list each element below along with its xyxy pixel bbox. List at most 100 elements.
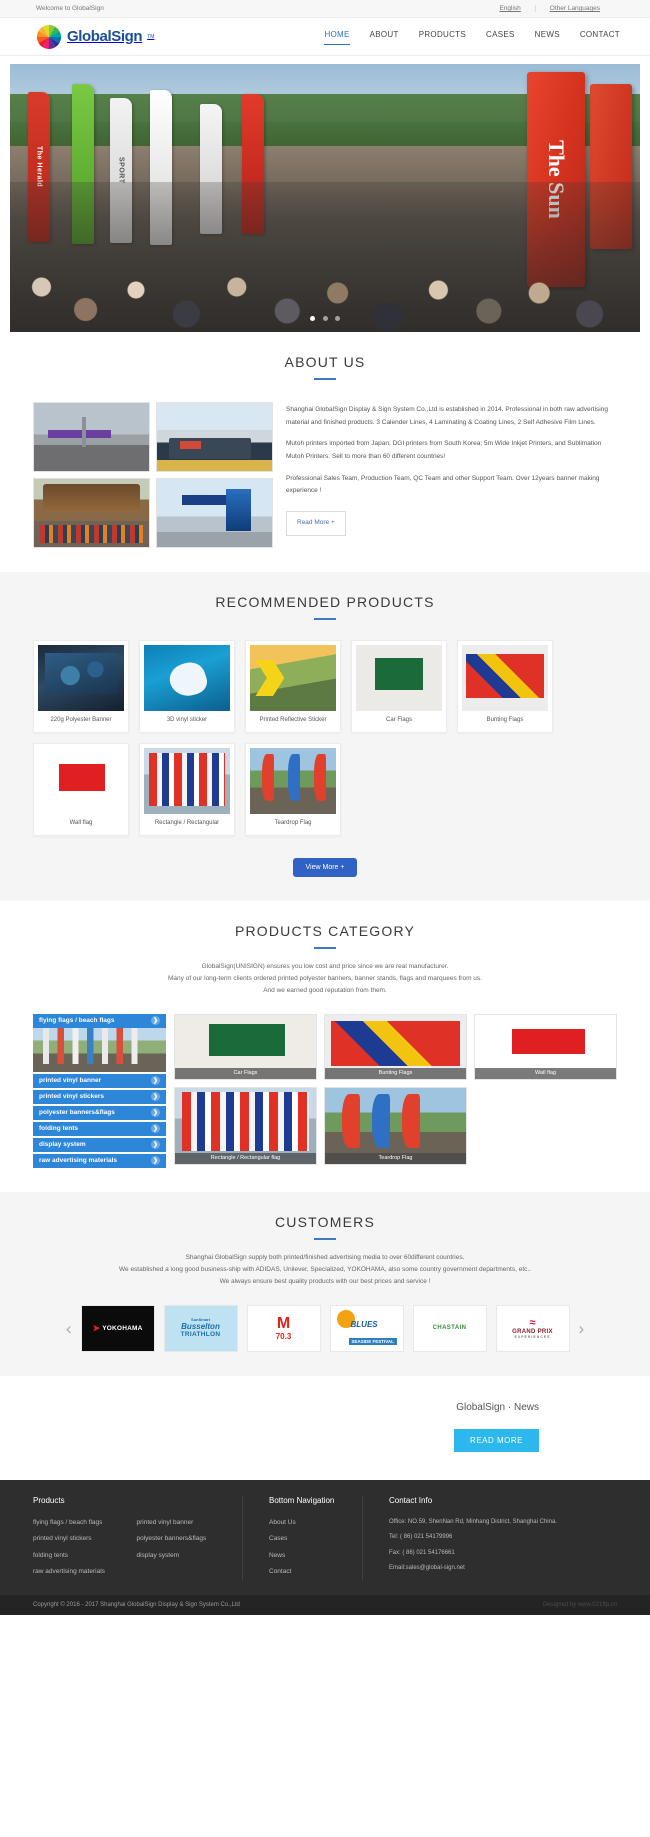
about-text-block: Shanghai GlobalSign Display & Sign Syste… bbox=[286, 402, 617, 548]
chevron-down-icon: ❯ bbox=[151, 1076, 160, 1086]
footer-link-printed-vinyl-stickers[interactable]: printed vinyl stickers bbox=[33, 1531, 125, 1548]
footer-columns: Products flying flags / beach flags prin… bbox=[0, 1495, 650, 1581]
footer-link-folding-tents[interactable]: folding tents bbox=[33, 1548, 125, 1565]
about-image-factory[interactable] bbox=[33, 402, 150, 472]
category-menu-label: printed vinyl banner bbox=[39, 1077, 102, 1085]
hero-dot-3[interactable] bbox=[334, 316, 340, 321]
copyright-text: Copyright © 2016 - 2017 Shanghai GlobalS… bbox=[33, 1601, 240, 1608]
carousel-next-icon[interactable]: › bbox=[579, 1320, 585, 1337]
products-category-section: PRODUCTS CATEGORY GlobalSign(UNISIGN) en… bbox=[0, 901, 650, 1192]
footer-link-polyester-banners[interactable]: polyester banners&flags bbox=[137, 1531, 229, 1548]
product-card[interactable]: Teardrop Flag bbox=[245, 742, 341, 836]
language-english[interactable]: English bbox=[485, 5, 534, 12]
hero-banner-slider[interactable]: The Herald SPORT The Sun bbox=[10, 64, 640, 332]
hero-slider-dots[interactable] bbox=[10, 312, 640, 324]
about-image-exhibition[interactable] bbox=[156, 478, 273, 548]
nav-item-products[interactable]: PRODUCTS bbox=[419, 30, 466, 43]
customers-title: CUSTOMERS bbox=[275, 1213, 375, 1230]
footer-nav-about-us[interactable]: About Us bbox=[269, 1515, 348, 1532]
nav-item-about[interactable]: ABOUT bbox=[370, 30, 399, 43]
top-bar: Welcome to GlobalSign English Other Lang… bbox=[0, 0, 650, 18]
language-other[interactable]: Other Languages bbox=[534, 5, 614, 12]
product-label: Car Flags bbox=[385, 717, 412, 723]
view-more-button[interactable]: View More + bbox=[292, 857, 358, 877]
footer-nav-cases[interactable]: Cases bbox=[269, 1531, 348, 1548]
nav-item-cases[interactable]: CASES bbox=[486, 30, 515, 43]
category-menu-item-raw-materials[interactable]: raw advertising materials ❯ bbox=[33, 1153, 166, 1168]
category-card-label: Rectangle / Rectangular flag bbox=[175, 1152, 316, 1164]
customer-logo-sub: EXPERIENCES bbox=[514, 1334, 551, 1339]
category-card-wall-flag[interactable]: Wall flag bbox=[474, 1013, 617, 1080]
product-card[interactable]: Rectangle / Rectangular bbox=[139, 742, 235, 836]
product-thumbnail bbox=[462, 645, 548, 711]
hero-dot-2[interactable] bbox=[322, 316, 328, 321]
category-menu: flying flags / beach flags ❯ printed vin… bbox=[33, 1013, 166, 1168]
about-paragraph-3: Professional Sales Team, Production Team… bbox=[286, 474, 600, 495]
category-content: flying flags / beach flags ❯ printed vin… bbox=[0, 1013, 650, 1168]
category-subtitle-line-3: And we earned good reputation from them. bbox=[263, 987, 387, 995]
customers-title-rule bbox=[314, 1237, 336, 1240]
customer-logo-label: YOKOHAMA bbox=[102, 1324, 143, 1332]
product-thumbnail bbox=[38, 645, 124, 711]
about-image-printers[interactable] bbox=[156, 402, 273, 472]
footer-nav-contact[interactable]: Contact bbox=[269, 1564, 348, 1581]
category-menu-item-folding-tents[interactable]: folding tents ❯ bbox=[33, 1121, 166, 1136]
footer-link-raw-materials[interactable]: raw advertising materials bbox=[33, 1564, 125, 1581]
customer-logo-grand-prix[interactable]: ≈ GRAND PRIX EXPERIENCES bbox=[495, 1304, 570, 1352]
category-subtitle-line-1: GlobalSign(UNISIGN) ensures you low cost… bbox=[201, 962, 449, 970]
customer-logo-label: BLUES bbox=[350, 1319, 378, 1329]
nav-item-contact[interactable]: CONTACT bbox=[580, 30, 620, 43]
site-logo[interactable]: GlobalSign TM bbox=[36, 24, 154, 50]
grandprix-mark-icon: ≈ bbox=[529, 1316, 536, 1329]
news-read-more-button[interactable]: READ MORE bbox=[454, 1428, 539, 1452]
customer-logo-chastain[interactable]: CHASTAIN bbox=[412, 1304, 487, 1352]
category-menu-item-polyester-banners[interactable]: polyester banners&flags ❯ bbox=[33, 1105, 166, 1120]
logo-wordmark: GlobalSign bbox=[67, 28, 143, 45]
pinwheel-logo-icon bbox=[36, 24, 62, 50]
category-menu-featured[interactable]: flying flags / beach flags ❯ bbox=[33, 1013, 166, 1072]
customer-logo-label: Busselton bbox=[181, 1321, 220, 1331]
product-card[interactable]: Wall flag bbox=[33, 742, 129, 836]
category-card-grid: Car Flags Bunting Flags Wall flag Rectan… bbox=[174, 1013, 617, 1165]
about-read-more-button[interactable]: Read More + bbox=[286, 511, 346, 536]
product-thumbnail bbox=[38, 747, 124, 814]
footer-contact-tel: Tel: ( 86) 021 54179996 bbox=[389, 1534, 453, 1541]
product-card[interactable]: Car Flags bbox=[351, 640, 447, 733]
carousel-prev-icon[interactable]: ‹ bbox=[66, 1320, 72, 1337]
footer-link-flying-flags[interactable]: flying flags / beach flags bbox=[33, 1515, 125, 1532]
hero-crowd bbox=[10, 182, 640, 332]
product-card[interactable]: 3D vinyl sticker bbox=[139, 640, 235, 733]
footer-nav-news[interactable]: News bbox=[269, 1548, 348, 1565]
category-card-rectangle-flag[interactable]: Rectangle / Rectangular flag bbox=[174, 1086, 317, 1165]
site-footer: Products flying flags / beach flags prin… bbox=[0, 1479, 650, 1615]
footer-copyright-bar: Copyright © 2016 - 2017 Shanghai GlobalS… bbox=[0, 1594, 650, 1615]
category-card-teardrop-flag[interactable]: Teardrop Flag bbox=[324, 1086, 467, 1165]
category-card-bunting-flags[interactable]: Bunting Flags bbox=[324, 1013, 467, 1080]
customer-logo-busselton[interactable]: SunSmart Busselton TRIATHLON bbox=[163, 1304, 238, 1352]
category-card-car-flags[interactable]: Car Flags bbox=[174, 1013, 317, 1080]
nav-item-home[interactable]: HOME bbox=[324, 30, 350, 45]
customer-logo-yokohama[interactable]: ➤ YOKOHAMA bbox=[80, 1304, 155, 1352]
footer-contact-column: Contact Info Office: NO.59, ShenNan Rd, … bbox=[363, 1496, 617, 1581]
about-image-team[interactable] bbox=[33, 478, 150, 548]
category-menu-label: polyester banners&flags bbox=[39, 1109, 115, 1117]
nav-item-news[interactable]: NEWS bbox=[535, 30, 560, 43]
footer-link-printed-vinyl-banner[interactable]: printed vinyl banner bbox=[137, 1515, 229, 1532]
category-menu-item-display-system[interactable]: display system ❯ bbox=[33, 1137, 166, 1152]
designed-by-text: Designed by www.021ftp.cn bbox=[542, 1601, 617, 1608]
category-menu-item-printed-vinyl-banner[interactable]: printed vinyl banner ❯ bbox=[33, 1073, 166, 1088]
customer-logo-blues-festival[interactable]: BLUES SEASIDE FESTIVAL bbox=[329, 1304, 404, 1352]
category-menu-item-printed-vinyl-stickers[interactable]: printed vinyl stickers ❯ bbox=[33, 1089, 166, 1104]
recommended-title-rule bbox=[314, 618, 336, 620]
site-header: GlobalSign TM HOME ABOUT PRODUCTS CASES … bbox=[0, 18, 650, 56]
category-menu-item-flying-flags[interactable]: flying flags / beach flags ❯ bbox=[33, 1013, 166, 1028]
product-card[interactable]: Bunting Flags bbox=[457, 640, 553, 733]
footer-link-display-system[interactable]: display system bbox=[137, 1548, 229, 1565]
product-card[interactable]: 220g Polyester Banner bbox=[33, 640, 129, 733]
recommended-cards-row: 220g Polyester Banner 3D vinyl sticker P… bbox=[0, 640, 650, 836]
product-card[interactable]: Printed Reflective Sticker bbox=[245, 640, 341, 733]
about-title: ABOUT US bbox=[284, 354, 366, 370]
about-paragraph-1: Shanghai GlobalSign Display & Sign Syste… bbox=[286, 406, 608, 426]
hero-dot-1[interactable] bbox=[310, 316, 316, 321]
customer-logo-ironman[interactable]: M 70.3 bbox=[246, 1304, 321, 1352]
